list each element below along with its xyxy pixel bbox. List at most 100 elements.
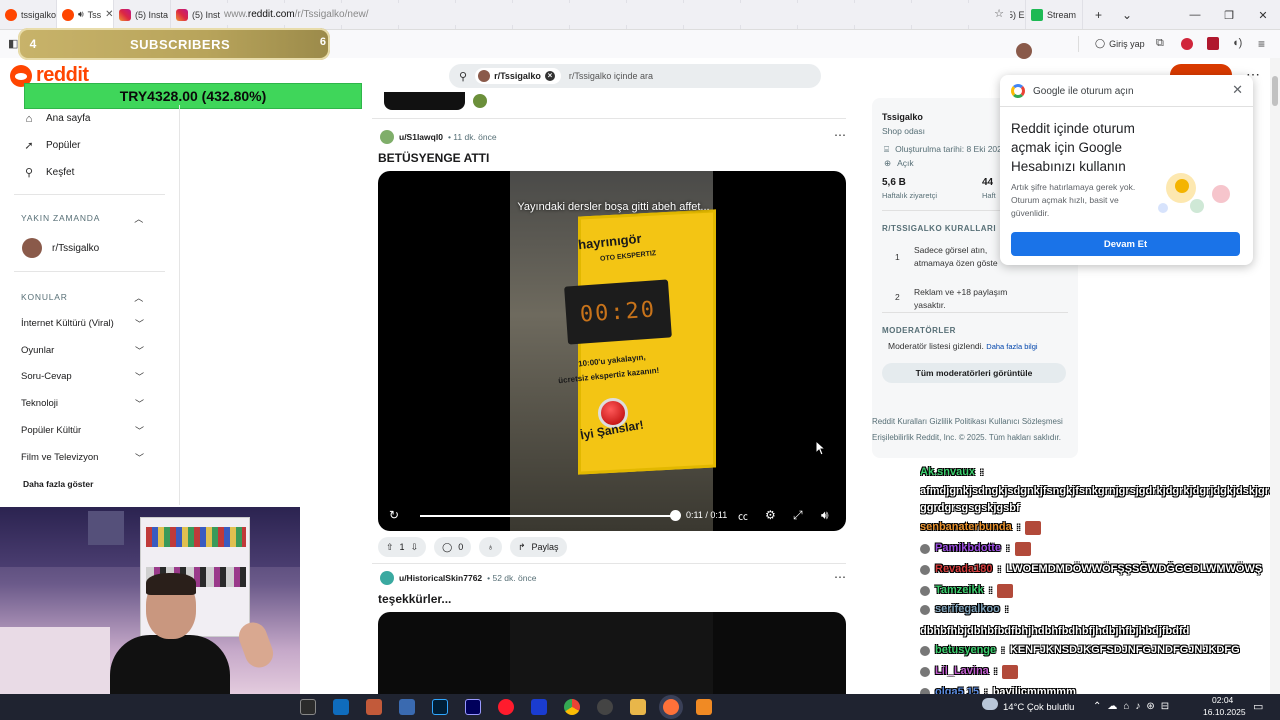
chat-emote-icon <box>1025 520 1042 535</box>
notifications-icon[interactable]: ▭ <box>1253 700 1263 713</box>
browser-tab[interactable]: (5) Insta <box>114 0 171 29</box>
settings-gear-icon[interactable]: ⚙ <box>765 508 776 522</box>
video-player[interactable]: Yayındaki dersler boşa gitti abeh affet.… <box>378 171 846 531</box>
continue-button[interactable]: Devam Et <box>1011 232 1240 256</box>
login-link[interactable]: ◯ Giriş yap <box>1095 38 1145 49</box>
chat-username[interactable]: betusyenge <box>935 642 996 659</box>
topics-heading[interactable]: KONULAR ︿ <box>0 286 179 308</box>
chat-username[interactable]: Pamikbdotte <box>935 540 1001 557</box>
chrome-icon[interactable] <box>564 699 580 715</box>
chip-close-icon[interactable]: × <box>544 71 555 81</box>
chat-username[interactable]: serifegalkoo <box>935 601 1000 618</box>
video-player[interactable] <box>378 612 846 694</box>
captions-icon[interactable]: ㏄ <box>738 508 748 523</box>
topic-item[interactable]: İnternet Kültürü (Viral) ﹀ <box>0 310 179 337</box>
maximize-icon[interactable]: ❐ <box>1212 9 1246 22</box>
topic-item[interactable]: Soru-Cevap ﹀ <box>0 364 179 391</box>
clock-time[interactable]: 02:04 <box>1212 695 1233 705</box>
system-tray-icons[interactable]: ⌃☁⌂♪⊛⊟ <box>1093 701 1175 712</box>
app-icon[interactable] <box>531 699 547 715</box>
sidebar-item-explore[interactable]: ⚲ Keşfet <box>0 159 179 186</box>
sidebar-item-popular[interactable]: ➚ Popüler <box>0 132 179 159</box>
more-info-link[interactable]: Daha fazla bilgi <box>986 342 1037 351</box>
game-icon[interactable] <box>366 699 382 715</box>
post-options-icon[interactable]: ⋯ <box>834 570 846 584</box>
recent-subreddit[interactable]: r/Tssigalko <box>0 233 179 263</box>
footer-links[interactable]: Reddit Kuralları Gizlilik Politikası Kul… <box>872 417 1063 426</box>
extensions-icon[interactable]: ⧉ <box>1156 37 1164 50</box>
user-avatar[interactable] <box>380 130 394 144</box>
tab-audio-icon[interactable]: 🔊︎ <box>78 9 84 20</box>
address-bar[interactable]: www. reddit.com/r/Tssigalko/new/ ☆ <box>220 3 1010 25</box>
bookmark-star-icon[interactable]: ☆ <box>994 7 1004 20</box>
subreddit-chip[interactable]: r/Tssigalko × <box>475 68 561 84</box>
post-author[interactable]: u/S1lawql0 <box>399 132 443 142</box>
chat-username[interactable]: Tamzeikk <box>935 582 984 599</box>
award-button[interactable]: ♁ <box>479 537 502 557</box>
opera-icon[interactable] <box>498 699 514 715</box>
search-bar[interactable]: ⚲ r/Tssigalko × r/Tssigalko içinde ara <box>449 64 821 88</box>
chat-username[interactable]: Revada180 <box>935 561 993 578</box>
weather-text[interactable]: 14°C Çok bulutlu <box>1003 702 1074 713</box>
close-icon[interactable]: ✕ <box>1232 82 1243 98</box>
view-all-moderators-button[interactable]: Tüm moderatörleri görüntüle <box>882 363 1066 383</box>
vlc-icon[interactable] <box>696 699 712 715</box>
extension-red-icon[interactable] <box>1181 38 1193 50</box>
tab-list-icon[interactable]: ⌄ <box>1122 8 1132 22</box>
topic-item[interactable]: Film ve Televizyon ﹀ <box>0 444 179 471</box>
premiere-icon[interactable] <box>465 699 481 715</box>
post-title[interactable]: BETÜSYENGE ATTI <box>378 151 489 165</box>
url-prefix: www. <box>224 8 248 20</box>
close-window-icon[interactable]: ✕ <box>1246 9 1280 22</box>
audio-icon[interactable]: ◖) <box>1232 37 1242 49</box>
clock-date[interactable]: 16.10.2025 <box>1203 707 1246 717</box>
outlook-icon[interactable] <box>333 699 349 715</box>
chat-username[interactable]: Ak.snvaux <box>920 464 975 481</box>
recent-heading[interactable]: YAKIN ZAMANDA ︿ <box>0 207 179 229</box>
new-tab-icon[interactable]: + <box>1095 8 1102 22</box>
chat-username[interactable]: senbanaterbunda <box>920 519 1012 536</box>
chat-username[interactable]: olga5 15 <box>935 684 979 694</box>
user-avatar[interactable] <box>380 571 394 585</box>
community-name[interactable]: Tssigalko <box>882 112 923 122</box>
topic-item[interactable]: Teknoloji ﹀ <box>0 390 179 417</box>
menu-icon[interactable]: ≡ <box>1258 37 1265 51</box>
progress-bar[interactable] <box>420 515 676 517</box>
post-title[interactable]: teşekkürler... <box>378 592 451 606</box>
topic-item[interactable]: Popüler Kültür ﹀ <box>0 417 179 444</box>
browser-tab[interactable]: tssigalko <box>0 0 57 29</box>
comments-button[interactable]: ◯ 0 <box>434 537 472 557</box>
photoshop-icon[interactable] <box>432 699 448 715</box>
reddit-icon <box>62 8 74 21</box>
browser-tab[interactable]: 🔊︎ Tss ✕ <box>57 0 114 29</box>
post-options-icon[interactable]: ⋯ <box>834 128 846 142</box>
scrollbar-thumb[interactable] <box>1272 76 1278 106</box>
rule-text[interactable]: Reklam ve +18 paylaşım yasaktır. <box>914 286 1018 312</box>
shield-extension-icon[interactable] <box>1207 37 1219 50</box>
show-more-link[interactable]: Daha fazla göster <box>0 471 179 497</box>
firefox-icon[interactable] <box>663 699 679 715</box>
minimize-icon[interactable]: — <box>1178 9 1212 21</box>
browser-tab[interactable]: Stream <box>1026 0 1083 29</box>
folder-icon[interactable] <box>630 699 646 715</box>
upvote-icon[interactable]: ⇧ <box>386 542 394 553</box>
post-author[interactable]: u/HistoricalSkin7762 <box>399 573 482 583</box>
file-explorer-icon[interactable] <box>300 699 316 715</box>
close-tab-icon[interactable]: ✕ <box>105 9 113 20</box>
sidebar-toggle-icon[interactable]: ◧ <box>8 37 18 50</box>
share-button[interactable]: ↱ Paylaş <box>509 537 567 557</box>
weather-icon[interactable] <box>982 698 998 710</box>
fullscreen-icon[interactable]: ⤢ <box>793 508 803 523</box>
chat-username[interactable]: Lil_Lavina <box>935 663 989 680</box>
progress-knob[interactable] <box>670 510 681 521</box>
topic-item[interactable]: Oyunlar ﹀ <box>0 337 179 364</box>
sidebar-item-home[interactable]: ⌂ Ana sayfa <box>0 105 179 132</box>
page-scrollbar[interactable] <box>1270 58 1280 694</box>
volume-icon[interactable]: 🔊︎ <box>821 508 829 523</box>
replay-icon[interactable]: ↻ <box>389 508 399 522</box>
downvote-icon[interactable]: ⇩ <box>411 542 419 553</box>
profile-avatar[interactable] <box>1016 43 1032 59</box>
app-icon[interactable] <box>399 699 415 715</box>
obs-icon[interactable] <box>597 699 613 715</box>
previous-post-media[interactable] <box>384 92 465 110</box>
